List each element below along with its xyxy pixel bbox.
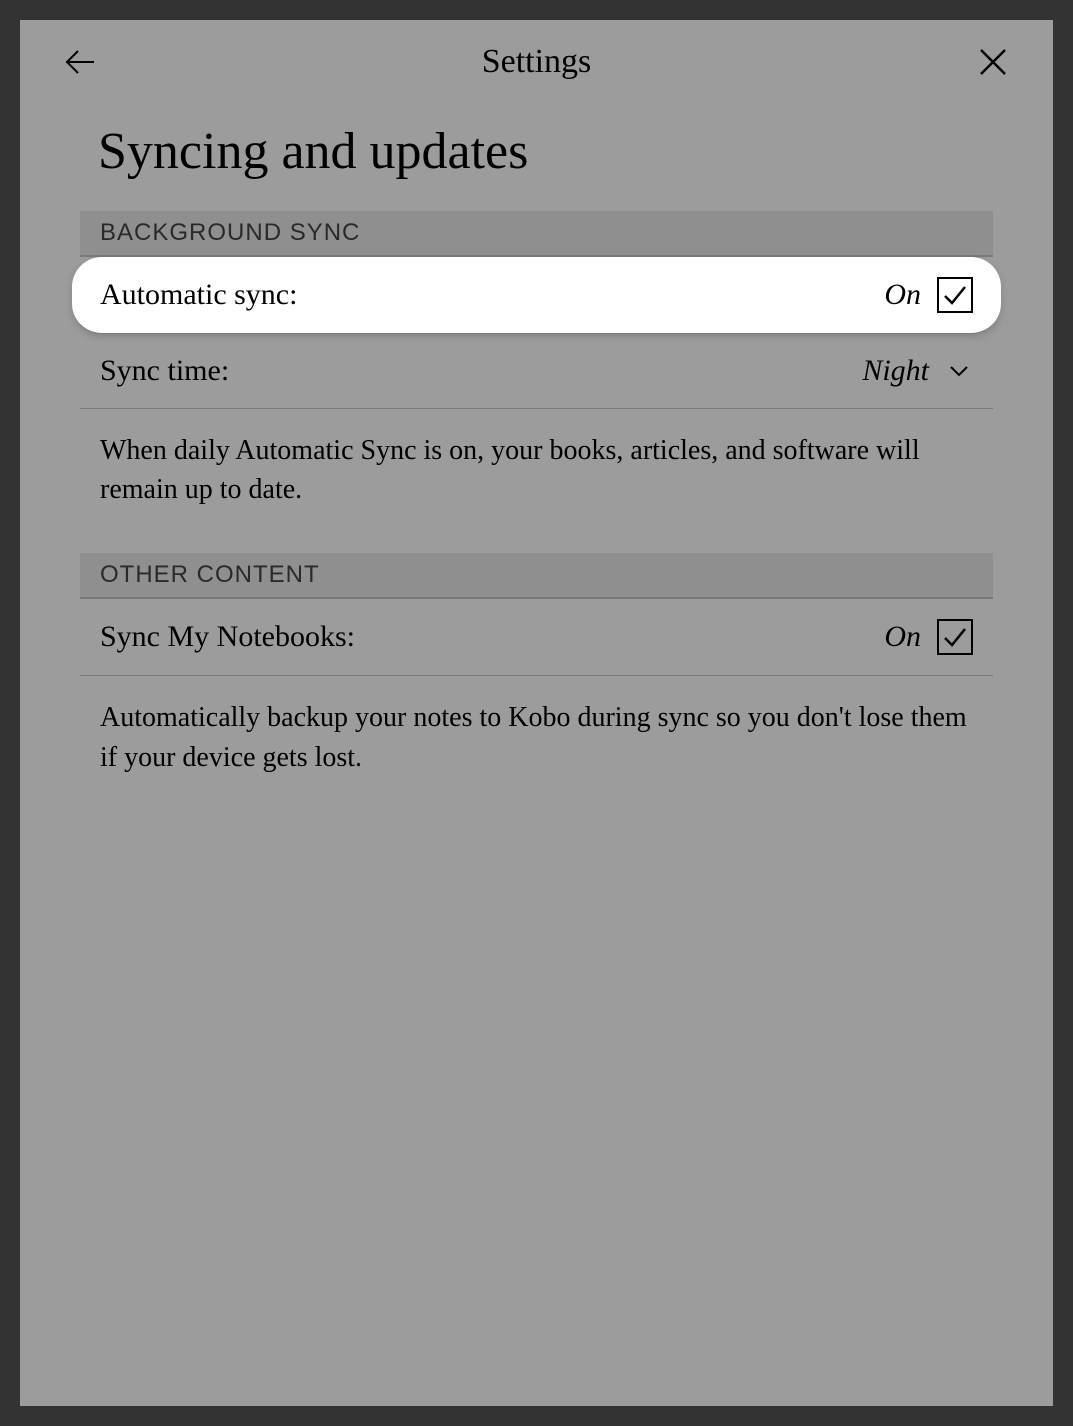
sync-time-row[interactable]: Sync time: Night (80, 334, 993, 409)
sync-time-value: Night (862, 354, 929, 388)
other-content-description: Automatically backup your notes to Kobo … (80, 676, 993, 820)
automatic-sync-row[interactable]: Automatic sync: On (72, 257, 1001, 334)
section-header-label: BACKGROUND SYNC (100, 219, 360, 246)
close-icon[interactable] (973, 42, 1013, 82)
page-title: Syncing and updates (20, 94, 1053, 211)
section-header-other-content: OTHER CONTENT (80, 553, 993, 599)
section-header-label: OTHER CONTENT (100, 561, 320, 588)
sync-time-label: Sync time: (100, 354, 229, 388)
outer-frame: Settings Syncing and updates BACKGROUND … (0, 0, 1073, 1426)
sync-notebooks-label: Sync My Notebooks: (100, 620, 355, 654)
sync-notebooks-value-group: On (884, 619, 973, 655)
chevron-down-icon (945, 357, 973, 385)
background-sync-description: When daily Automatic Sync is on, your bo… (80, 409, 993, 553)
section-header-background-sync: BACKGROUND SYNC (80, 211, 993, 257)
sync-notebooks-row[interactable]: Sync My Notebooks: On (80, 599, 993, 676)
automatic-sync-value: On (884, 278, 921, 312)
automatic-sync-checkbox[interactable] (937, 277, 973, 313)
sync-time-value-group: Night (862, 354, 973, 388)
sync-notebooks-value: On (884, 620, 921, 654)
sync-notebooks-checkbox[interactable] (937, 619, 973, 655)
header-title: Settings (100, 43, 973, 81)
settings-screen: Settings Syncing and updates BACKGROUND … (20, 20, 1053, 1406)
automatic-sync-value-group: On (884, 277, 973, 313)
header: Settings (20, 20, 1053, 94)
back-icon[interactable] (60, 42, 100, 82)
automatic-sync-label: Automatic sync: (100, 278, 297, 312)
